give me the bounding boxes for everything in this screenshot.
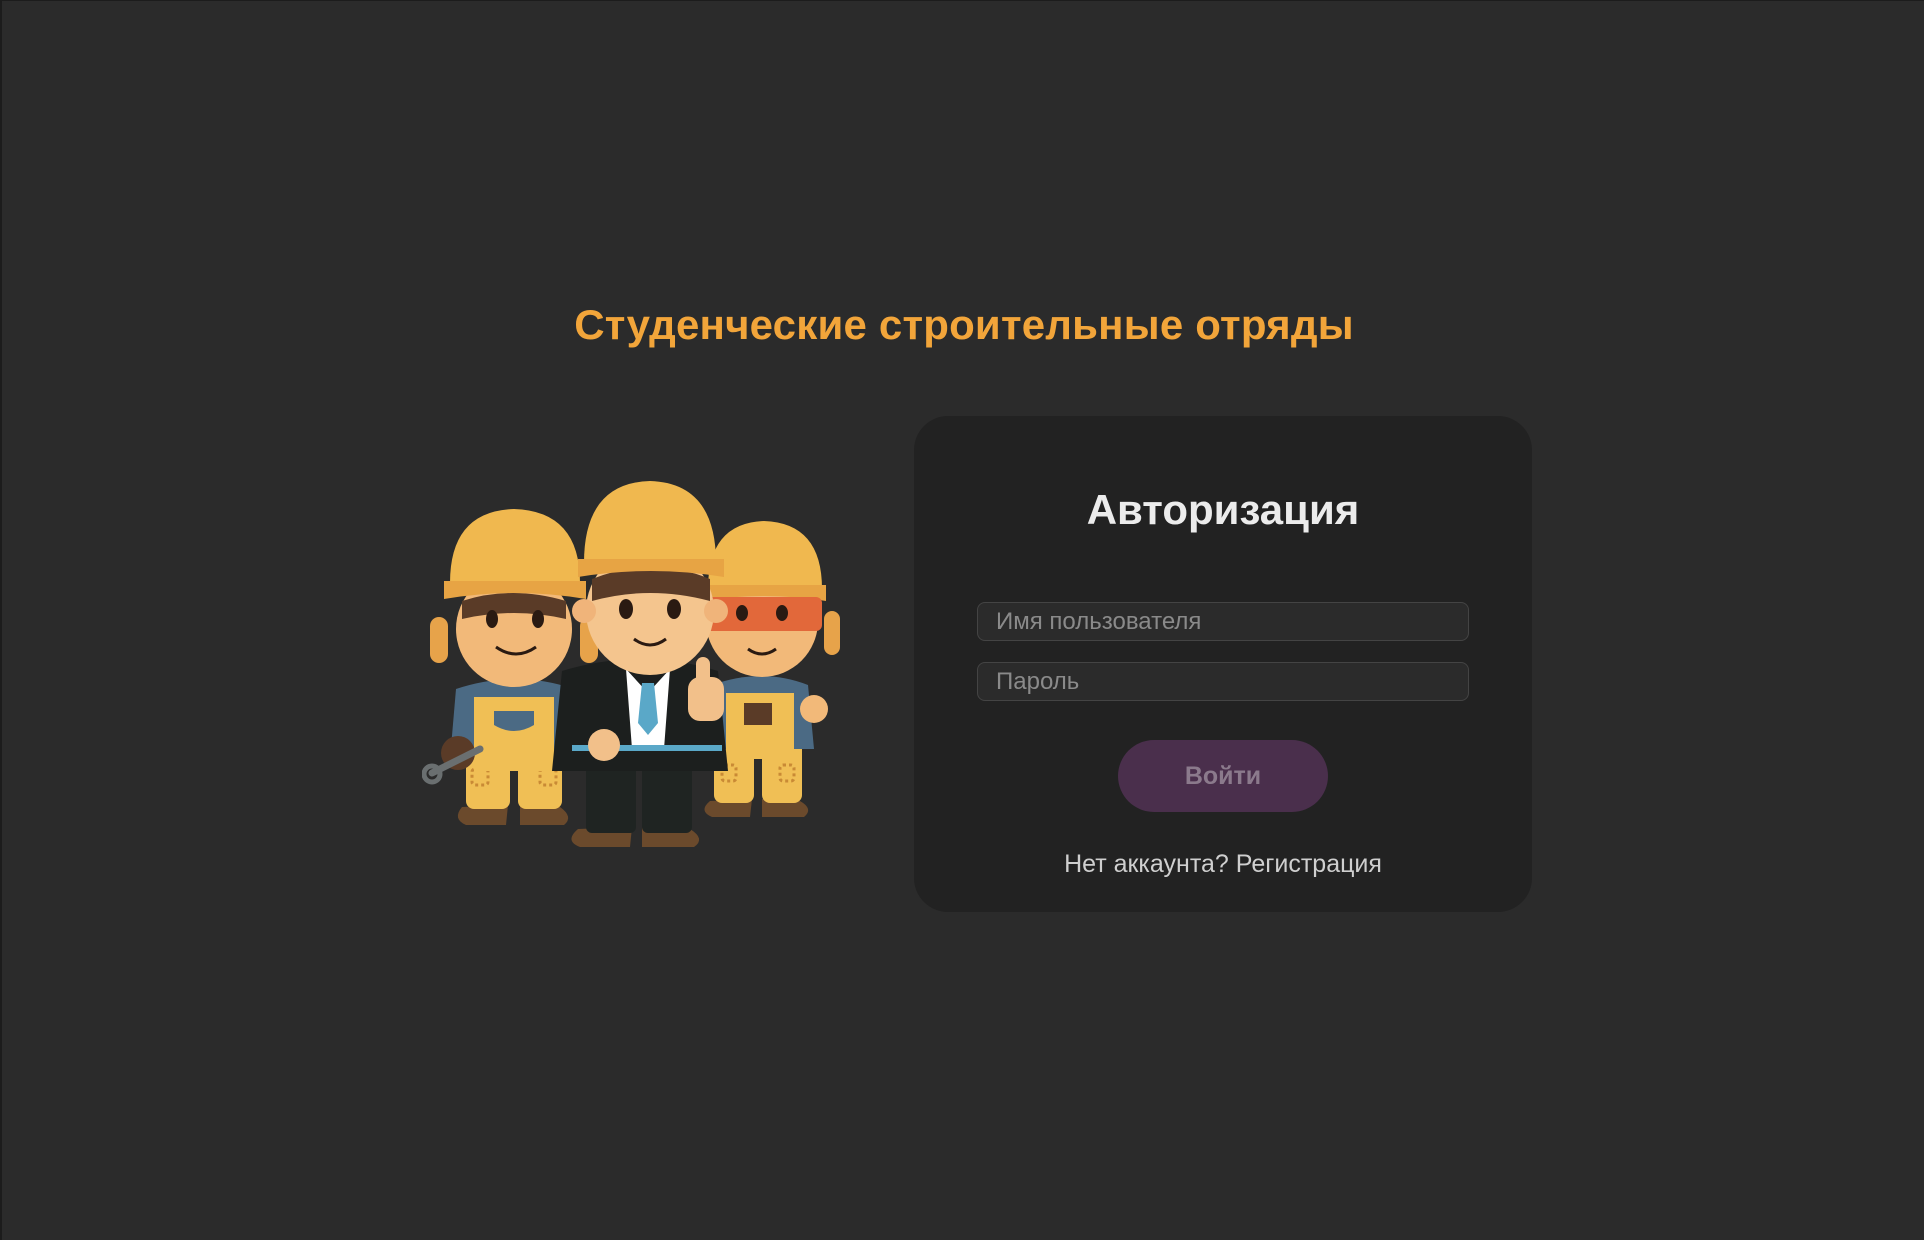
page-title: Студенческие строительные отряды (574, 301, 1354, 348)
no-account-text: Нет аккаунта? (1064, 850, 1229, 878)
register-link[interactable]: Регистрация (1236, 850, 1382, 878)
construction-workers-illustration (422, 481, 840, 847)
register-prompt: Нет аккаунта? Регистрация (914, 850, 1532, 879)
worker-middle (552, 481, 728, 847)
password-input[interactable] (977, 662, 1469, 701)
login-page: Студенческие строительные отряды Авториз… (0, 0, 1924, 1240)
auth-card: Авторизация Войти Нет аккаунта? Регистра… (914, 416, 1532, 912)
login-button[interactable]: Войти (1118, 740, 1328, 812)
worker-left (422, 509, 598, 825)
auth-card-title: Авторизация (1086, 486, 1360, 533)
username-input[interactable] (977, 602, 1469, 641)
